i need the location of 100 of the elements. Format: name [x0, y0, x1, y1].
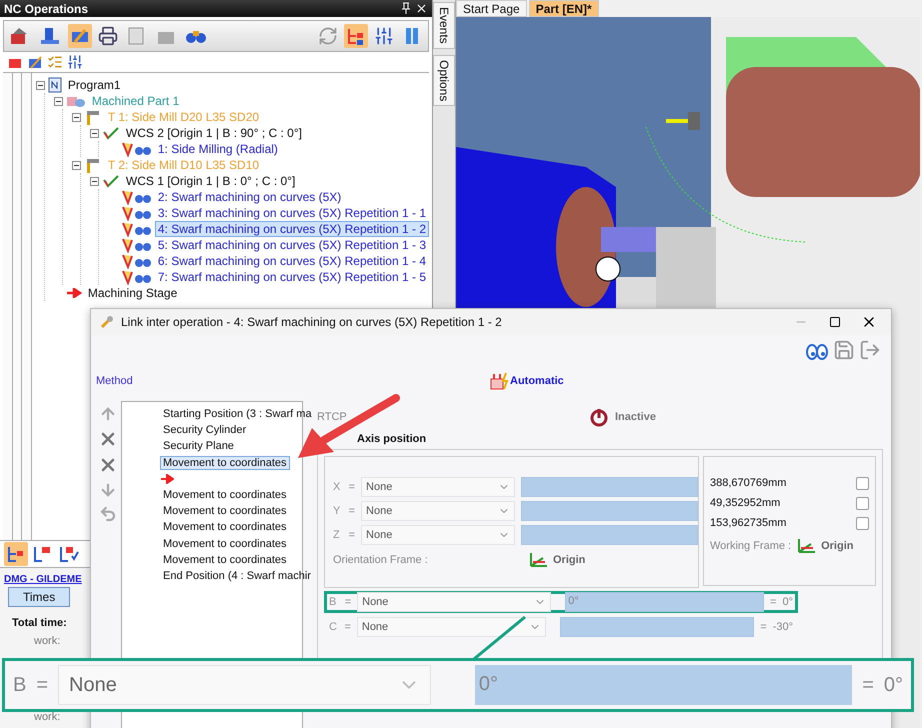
- checklist-icon[interactable]: [47, 54, 63, 70]
- list-item[interactable]: Movement to coordinates: [160, 552, 290, 567]
- axis-mode-dropdown[interactable]: None: [361, 525, 515, 545]
- axis-mode-dropdown[interactable]: None: [58, 665, 431, 705]
- equals-sign: =: [770, 596, 776, 608]
- expander-icon[interactable]: [90, 176, 99, 186]
- axis-mode-dropdown[interactable]: None: [356, 617, 546, 637]
- save-icon[interactable]: [833, 339, 855, 361]
- options-tab[interactable]: Options: [433, 54, 455, 106]
- equals-sign: =: [760, 621, 767, 633]
- axis-value-field[interactable]: [560, 617, 754, 637]
- expander-icon[interactable]: [36, 80, 45, 90]
- power-icon: [589, 407, 609, 427]
- tree-item[interactable]: 2: Swarf machining on curves (5X): [154, 189, 344, 205]
- list-item[interactable]: Movement to coordinates: [160, 488, 290, 502]
- close-icon[interactable]: [415, 2, 428, 15]
- program-icon: [48, 77, 62, 93]
- method-link[interactable]: Method: [96, 375, 488, 387]
- group-title: Axis position: [357, 433, 428, 445]
- axis-label: B: [13, 674, 26, 696]
- arrow-icon[interactable]: [160, 474, 174, 484]
- document-tab[interactable]: Part [EN]*: [528, 0, 599, 17]
- move-up-icon[interactable]: [99, 405, 117, 423]
- axis-label: Z: [333, 529, 341, 541]
- list-item[interactable]: End Position (4 : Swarf machir: [160, 568, 314, 583]
- tab[interactable]: Times: [8, 587, 70, 607]
- tree-item[interactable]: WCS 1 [Origin 1 | B : 0° ; C : 0°]: [122, 173, 298, 189]
- operation-icon: [120, 237, 152, 253]
- machining-icon[interactable]: [27, 54, 43, 70]
- list-item[interactable]: Starting Position (3 : Swarf ma: [160, 407, 315, 422]
- coordinate-reading: 153,962735mm: [710, 517, 786, 529]
- list-item[interactable]: Security Cylinder: [160, 423, 250, 438]
- operation-icon: [120, 269, 152, 285]
- axis-mode-dropdown[interactable]: None: [361, 477, 515, 497]
- expander-icon[interactable]: [54, 96, 63, 106]
- frame-icon: [527, 550, 549, 570]
- axis-value-field[interactable]: [520, 477, 698, 497]
- printer-icon[interactable]: [98, 26, 118, 46]
- checkbox[interactable]: [856, 476, 869, 490]
- pin-icon[interactable]: [401, 2, 411, 14]
- operation-icon: [120, 253, 152, 269]
- work-label: work:: [34, 711, 60, 723]
- axis-result: 0°: [782, 596, 793, 608]
- tree-item[interactable]: 7: Swarf machining on curves (5X) Repetition 1 - 5: [154, 269, 429, 285]
- axis-value-field[interactable]: [520, 525, 698, 545]
- orientation-frame-value[interactable]: Origin: [553, 554, 586, 566]
- expander-icon[interactable]: [72, 160, 81, 170]
- list-item[interactable]: Security Plane: [160, 439, 237, 454]
- expander-icon[interactable]: [90, 128, 99, 138]
- move-down-icon[interactable]: [99, 481, 117, 499]
- equals-sign: =: [348, 505, 356, 517]
- check-tree-icon[interactable]: [58, 544, 80, 564]
- tree-item[interactable]: Machining Stage: [84, 285, 180, 301]
- equals-sign: =: [348, 481, 356, 493]
- machining-icon[interactable]: [68, 24, 92, 48]
- list-item[interactable]: Movement to coordinates: [160, 456, 290, 470]
- tree-view-icon[interactable]: [4, 542, 28, 566]
- list-item[interactable]: Movement to coordinates: [160, 520, 290, 534]
- exit-icon[interactable]: [859, 339, 881, 361]
- coordinate-reading: 388,670769mm: [710, 477, 786, 489]
- tree-item[interactable]: WCS 2 [Origin 1 | B : 90° ; C : 0°]: [122, 125, 305, 141]
- list-item[interactable]: Movement to coordinates: [160, 536, 290, 551]
- axis-mode-dropdown[interactable]: None: [361, 501, 515, 521]
- refresh-icon[interactable]: [318, 26, 338, 46]
- machine-link[interactable]: DMG - GILDEME: [4, 574, 82, 585]
- axis-label: Y: [333, 505, 342, 517]
- rtcp-label: RTCP: [317, 411, 348, 423]
- list-item[interactable]: Movement to coordinates: [160, 504, 290, 518]
- wrench-icon: [99, 314, 115, 330]
- panel-title: NC Operations: [4, 2, 88, 16]
- axes-icon: [102, 126, 120, 140]
- operation-icon: [120, 205, 152, 221]
- expander-icon[interactable]: [72, 112, 81, 122]
- sliders-icon[interactable]: [67, 54, 83, 70]
- equals-sign: =: [344, 596, 352, 608]
- reset-icon[interactable]: [99, 505, 117, 523]
- equals-sign: =: [348, 529, 356, 541]
- tree-view-icon[interactable]: [344, 24, 368, 48]
- axis-label: B: [329, 596, 338, 608]
- dialog-title: Link inter operation - 4: Swarf machining on curves (5X) Repetition 1 - 2: [121, 315, 503, 329]
- axis-mode-dropdown[interactable]: None: [357, 592, 552, 612]
- maximize-icon[interactable]: [829, 316, 841, 328]
- arrow-icon: [66, 288, 82, 298]
- axis-value-field[interactable]: [520, 501, 698, 521]
- sliders-icon[interactable]: [374, 26, 394, 46]
- method-value[interactable]: Automatic: [510, 375, 564, 387]
- tree-item[interactable]: 3: Swarf machining on curves (5X) Repetition 1 - 1: [154, 205, 429, 221]
- checkbox[interactable]: [856, 516, 869, 530]
- axis-result: -30°: [772, 621, 793, 633]
- tree-item[interactable]: 1: Side Milling (Radial): [154, 141, 281, 157]
- working-frame-value[interactable]: Origin: [821, 540, 854, 552]
- events-tab[interactable]: Events: [433, 2, 455, 49]
- tree-item[interactable]: 4: Swarf machining on curves (5X) Repetition 1 - 2: [154, 221, 429, 237]
- tree-item[interactable]: 5: Swarf machining on curves (5X) Repetition 1 - 3: [154, 237, 429, 253]
- operation-icon: [120, 141, 152, 157]
- document-tab[interactable]: Start Page: [456, 0, 527, 17]
- checkbox[interactable]: [856, 496, 869, 510]
- tree-item[interactable]: 6: Swarf machining on curves (5X) Repetition 1 - 4: [154, 253, 429, 269]
- tree-item[interactable]: Program1: [64, 77, 124, 93]
- orientation-frame-label: Orientation Frame :: [333, 554, 429, 566]
